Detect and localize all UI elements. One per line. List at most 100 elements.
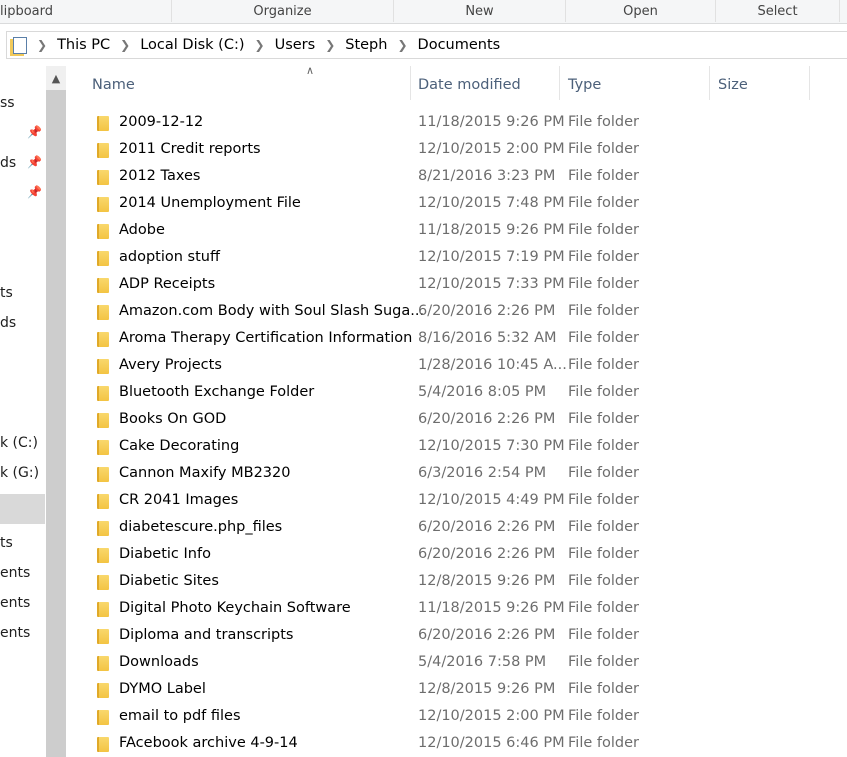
- file-type: File folder: [568, 384, 639, 400]
- file-row[interactable]: Adobe 11/18/2015 9:26 PM File folder: [66, 217, 847, 244]
- folder-icon: [97, 683, 109, 698]
- file-type: File folder: [568, 222, 639, 238]
- file-date-modified: 12/10/2015 7:48 PM: [418, 195, 565, 211]
- file-row[interactable]: Diabetic Info 6/20/2016 2:26 PM File fol…: [66, 541, 847, 568]
- file-name[interactable]: Bluetooth Exchange Folder: [119, 379, 314, 406]
- file-row[interactable]: DYMO Label 12/8/2015 9:26 PM File folder: [66, 676, 847, 703]
- folder-icon: [97, 197, 109, 212]
- file-row[interactable]: diabetescure.php_files 6/20/2016 2:26 PM…: [66, 514, 847, 541]
- ribbon-group-open[interactable]: Open: [566, 0, 716, 22]
- file-row[interactable]: adoption stuff 12/10/2015 7:19 PM File f…: [66, 244, 847, 271]
- file-row[interactable]: Diploma and transcripts 6/20/2016 2:26 P…: [66, 622, 847, 649]
- column-header: ∧ Name Date modified Type Size: [66, 64, 847, 100]
- file-row[interactable]: email to pdf files 12/10/2015 2:00 PM Fi…: [66, 703, 847, 730]
- pin-icon[interactable]: 📌: [27, 185, 42, 199]
- file-name[interactable]: Books On GOD: [119, 406, 226, 433]
- navigation-pane: ss 📌 ds 📌 📌 ts ds k (C:) k (G:) ts ents …: [0, 66, 46, 757]
- file-name[interactable]: Aroma Therapy Certification Information: [119, 325, 412, 352]
- chevron-right-icon[interactable]: ❯: [120, 38, 130, 52]
- file-name[interactable]: Cake Decorating: [119, 433, 239, 460]
- file-name[interactable]: 2009-12-12: [119, 109, 203, 136]
- file-type: File folder: [568, 249, 639, 265]
- breadcrumb-documents[interactable]: Documents: [418, 37, 501, 53]
- file-name[interactable]: Digital Photo Keychain Software: [119, 595, 351, 622]
- column-type[interactable]: Type: [560, 66, 710, 100]
- chevron-right-icon[interactable]: ❯: [37, 38, 47, 52]
- file-name[interactable]: Diabetic Sites: [119, 568, 219, 595]
- breadcrumb-users[interactable]: Users: [275, 37, 316, 53]
- ribbon-group-select[interactable]: Select: [716, 0, 840, 22]
- file-name[interactable]: email to pdf files: [119, 703, 241, 730]
- file-row[interactable]: Digital Photo Keychain Software 11/18/20…: [66, 595, 847, 622]
- nav-item-disk-g[interactable]: k (G:): [0, 465, 39, 481]
- file-name[interactable]: 2012 Taxes: [119, 163, 200, 190]
- column-size[interactable]: Size: [710, 66, 810, 100]
- chevron-right-icon[interactable]: ❯: [255, 38, 265, 52]
- file-row[interactable]: ADP Receipts 12/10/2015 7:33 PM File fol…: [66, 271, 847, 298]
- file-row[interactable]: Books On GOD 6/20/2016 2:26 PM File fold…: [66, 406, 847, 433]
- file-row[interactable]: 2009-12-12 11/18/2015 9:26 PM File folde…: [66, 109, 847, 136]
- nav-item[interactable]: ents: [0, 565, 30, 581]
- folder-icon: [97, 467, 109, 482]
- nav-item[interactable]: ents: [0, 625, 30, 641]
- folder-icon: [97, 737, 109, 752]
- ribbon-group-new[interactable]: New: [394, 0, 566, 22]
- file-row[interactable]: 2012 Taxes 8/21/2016 3:23 PM File folder: [66, 163, 847, 190]
- file-row[interactable]: Diabetic Sites 12/8/2015 9:26 PM File fo…: [66, 568, 847, 595]
- file-name[interactable]: 2014 Unemployment File: [119, 190, 301, 217]
- file-name[interactable]: diabetescure.php_files: [119, 514, 282, 541]
- file-row[interactable]: Bluetooth Exchange Folder 5/4/2016 8:05 …: [66, 379, 847, 406]
- nav-item[interactable]: ds: [0, 315, 16, 331]
- nav-item[interactable]: ts: [0, 285, 13, 301]
- file-name[interactable]: Downloads: [119, 649, 199, 676]
- column-date-modified[interactable]: Date modified: [410, 66, 560, 100]
- file-row[interactable]: 2011 Credit reports 12/10/2015 2:00 PM F…: [66, 136, 847, 163]
- chevron-right-icon[interactable]: ❯: [325, 38, 335, 52]
- file-row[interactable]: Amazon.com Body with Soul Slash Suga... …: [66, 298, 847, 325]
- breadcrumb-local-disk[interactable]: Local Disk (C:): [140, 37, 244, 53]
- file-name[interactable]: Cannon Maxify MB2320: [119, 460, 290, 487]
- file-name[interactable]: Amazon.com Body with Soul Slash Suga...: [119, 298, 424, 325]
- file-name[interactable]: DYMO Label: [119, 676, 206, 703]
- ribbon-group-clipboard[interactable]: lipboard: [0, 0, 172, 22]
- file-row[interactable]: Avery Projects 1/28/2016 10:45 A... File…: [66, 352, 847, 379]
- file-type: File folder: [568, 627, 639, 643]
- chevron-right-icon[interactable]: ❯: [397, 38, 407, 52]
- breadcrumb-steph[interactable]: Steph: [345, 37, 387, 53]
- file-row[interactable]: CR 2041 Images 12/10/2015 4:49 PM File f…: [66, 487, 847, 514]
- file-name[interactable]: CR 2041 Images: [119, 487, 238, 514]
- file-row[interactable]: 2014 Unemployment File 12/10/2015 7:48 P…: [66, 190, 847, 217]
- file-date-modified: 11/18/2015 9:26 PM: [418, 114, 565, 130]
- file-name[interactable]: FAcebook archive 4-9-14: [119, 730, 298, 757]
- column-name[interactable]: Name: [84, 66, 411, 100]
- file-name[interactable]: Avery Projects: [119, 352, 222, 379]
- ribbon-group-organize[interactable]: Organize: [172, 0, 394, 22]
- nav-scrollbar[interactable]: ▲: [46, 66, 66, 757]
- breadcrumb-this-pc[interactable]: This PC: [57, 37, 110, 53]
- file-name[interactable]: Diabetic Info: [119, 541, 211, 568]
- file-name[interactable]: Adobe: [119, 217, 165, 244]
- scroll-up-arrow-icon[interactable]: ▲: [46, 66, 66, 90]
- folder-icon: [97, 575, 109, 590]
- folder-icon: [97, 602, 109, 617]
- nav-item[interactable]: ss: [0, 95, 15, 111]
- file-row[interactable]: Downloads 5/4/2016 7:58 PM File folder: [66, 649, 847, 676]
- file-name[interactable]: ADP Receipts: [119, 271, 215, 298]
- file-row[interactable]: FAcebook archive 4-9-14 12/10/2015 6:46 …: [66, 730, 847, 757]
- nav-item[interactable]: ents: [0, 595, 30, 611]
- nav-item[interactable]: ts: [0, 535, 13, 551]
- file-name[interactable]: 2011 Credit reports: [119, 136, 261, 163]
- file-row[interactable]: Cannon Maxify MB2320 6/3/2016 2:54 PM Fi…: [66, 460, 847, 487]
- scrollbar-thumb[interactable]: [46, 90, 66, 757]
- file-row[interactable]: Aroma Therapy Certification Information …: [66, 325, 847, 352]
- file-row[interactable]: Cake Decorating 12/10/2015 7:30 PM File …: [66, 433, 847, 460]
- file-name[interactable]: Diploma and transcripts: [119, 622, 294, 649]
- folder-icon: [97, 440, 109, 455]
- pin-icon[interactable]: 📌: [27, 125, 42, 139]
- file-date-modified: 6/20/2016 2:26 PM: [418, 519, 556, 535]
- nav-item[interactable]: ds: [0, 155, 16, 171]
- pin-icon[interactable]: 📌: [27, 155, 42, 169]
- address-bar[interactable]: ❯ This PC ❯ Local Disk (C:) ❯ Users ❯ St…: [6, 31, 847, 59]
- file-name[interactable]: adoption stuff: [119, 244, 220, 271]
- nav-item-local-disk-c[interactable]: k (C:): [0, 435, 38, 451]
